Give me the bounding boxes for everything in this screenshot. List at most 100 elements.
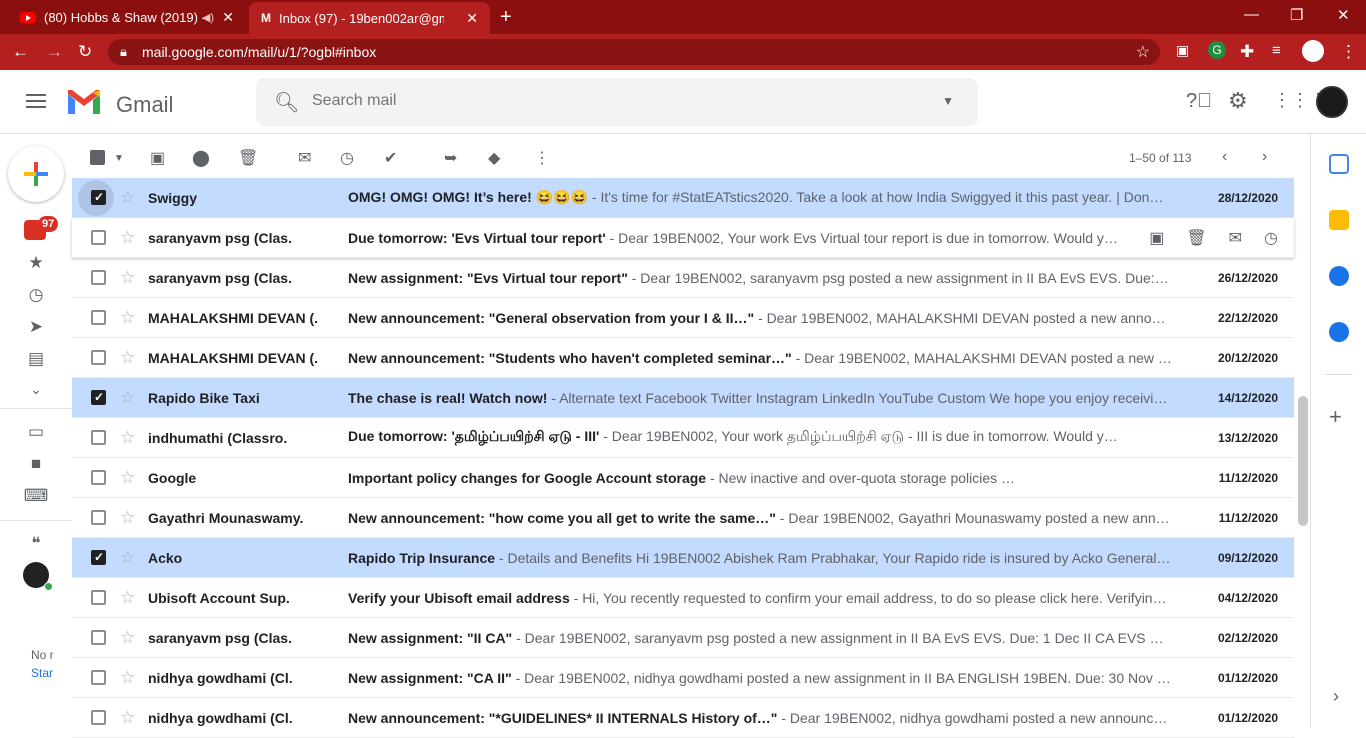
email-row[interactable]: ☆ saranyavm psg (Clas. New assignment: "… [72,618,1294,658]
row-mark-read-icon[interactable]: ✉ [1229,228,1242,248]
star-icon[interactable]: ☆ [120,388,135,408]
minimize-icon[interactable]: — [1244,6,1259,23]
settings-gear-icon[interactable]: ⚙ [1228,88,1248,114]
star-icon[interactable]: ☆ [120,548,135,568]
new-tab-icon[interactable]: + [500,6,512,29]
window-close-icon[interactable]: ✕ [1337,6,1350,24]
email-row[interactable]: ☆ Swiggy OMG! OMG! OMG! It’s here! 😆😆😆 -… [72,178,1294,218]
search-options-icon[interactable]: ▼ [942,94,954,108]
address-bar[interactable]: 🔒︎ mail.google.com/mail/u/1/?ogbl#inbox … [108,39,1160,65]
report-spam-icon[interactable]: ⬤ [192,148,210,168]
select-dropdown-icon[interactable]: ▼ [114,153,124,164]
newer-chevron-left-icon[interactable]: ‹ [1222,148,1227,166]
scrollbar[interactable] [1298,396,1308,526]
starred-icon[interactable]: ★ [22,253,50,273]
keep-icon[interactable] [1329,210,1349,230]
email-checkbox[interactable] [91,350,106,365]
meet-new-meeting-icon[interactable]: ▭ [22,422,50,442]
star-icon[interactable]: ☆ [120,188,135,208]
media-control-icon[interactable]: ≡ [1272,42,1281,59]
forward-icon[interactable]: → [46,42,63,62]
email-row[interactable]: ☆ MAHALAKSHMI DEVAN (. New announcement:… [72,338,1294,378]
lock-icon[interactable]: 🔒︎ [120,44,127,60]
close-tab-icon[interactable]: ✕ [466,10,478,27]
email-row[interactable]: ☆ Rapido Bike Taxi The chase is real! Wa… [72,378,1294,418]
get-addons-plus-icon[interactable]: + [1329,404,1342,430]
email-row[interactable]: ☆ Google Important policy changes for Go… [72,458,1294,498]
email-checkbox[interactable] [91,710,106,725]
star-icon[interactable]: ☆ [120,588,135,608]
email-checkbox[interactable] [91,310,106,325]
star-icon[interactable]: ☆ [120,348,135,368]
browser-tab-gmail[interactable]: M Inbox (97) - 19ben002ar@gmail.c ✕ [249,2,490,34]
email-row[interactable]: ☆ nidhya gowdhami (Cl. New assignment: "… [72,658,1294,698]
email-checkbox[interactable] [91,390,106,405]
star-icon[interactable]: ☆ [120,628,135,648]
snooze-icon[interactable]: ◷ [340,148,354,168]
close-tab-icon[interactable]: ✕ [222,9,234,26]
search-input[interactable] [312,92,912,110]
show-side-panel-chevron-icon[interactable]: › [1333,686,1339,707]
browser-tab-youtube[interactable]: (80) Hobbs & Shaw (2019) - ◀) ✕ [8,0,246,34]
compose-button[interactable] [8,146,64,202]
email-row[interactable]: ☆ Ubisoft Account Sup. Verify your Ubiso… [72,578,1294,618]
email-checkbox[interactable] [91,590,106,605]
delete-icon[interactable]: 🗑︎ [238,148,258,168]
email-checkbox[interactable] [91,670,106,685]
search-icon[interactable]: 🔍︎ [274,90,299,115]
email-row[interactable]: ☆ MAHALAKSHMI DEVAN (. New announcement:… [72,298,1294,338]
star-icon[interactable]: ☆ [120,428,135,448]
email-checkbox[interactable] [91,430,106,445]
grammarly-icon[interactable]: G [1208,41,1226,59]
email-checkbox[interactable] [91,630,106,645]
bookmark-star-icon[interactable]: ☆ [1136,42,1150,62]
email-checkbox[interactable] [91,510,106,525]
email-checkbox[interactable] [91,270,106,285]
row-archive-icon[interactable]: ▣ [1149,228,1164,248]
gmail-logo-icon[interactable] [66,88,102,116]
calendar-icon[interactable] [1329,154,1349,174]
mark-as-read-icon[interactable]: ✉ [298,148,311,168]
hangouts-icon[interactable]: ❝ [22,534,50,554]
speaker-icon[interactable]: ◀) [202,11,214,24]
contacts-icon[interactable] [1329,322,1349,342]
email-row[interactable]: ☆ Acko Rapido Trip Insurance - Details a… [72,538,1294,578]
help-icon[interactable]: ?⃝ [1186,90,1212,113]
main-menu-icon[interactable] [26,94,46,108]
snoozed-clock-icon[interactable]: ◷ [22,285,50,305]
row-delete-icon[interactable]: 🗑︎ [1186,228,1206,248]
email-row[interactable]: ☆ nidhya gowdhami (Cl. New announcement:… [72,698,1294,738]
search-bar[interactable]: 🔍︎ ▼ [256,78,978,126]
labels-icon[interactable]: ◆ [488,148,500,168]
start-chat-link[interactable]: Star [31,666,53,680]
star-icon[interactable]: ☆ [120,268,135,288]
move-to-icon[interactable]: ➥ [444,148,457,168]
email-row[interactable]: ☆ saranyavm psg (Clas. Due tomorrow: 'Ev… [72,218,1294,258]
chrome-menu-icon[interactable]: ⋮ [1340,42,1357,62]
maximize-icon[interactable]: ❐ [1290,6,1303,24]
row-snooze-icon[interactable]: ◷ [1264,228,1278,248]
email-row[interactable]: ☆ saranyavm psg (Clas. New assignment: "… [72,258,1294,298]
older-chevron-right-icon[interactable]: › [1262,148,1267,166]
star-icon[interactable]: ☆ [120,468,135,488]
email-checkbox[interactable] [91,190,106,205]
star-icon[interactable]: ☆ [120,708,135,728]
extensions-puzzle-icon[interactable]: ✚ [1240,42,1254,62]
email-checkbox[interactable] [91,550,106,565]
add-to-tasks-icon[interactable]: ✔ [384,148,397,168]
tasks-icon[interactable] [1329,266,1349,286]
reload-icon[interactable]: ↻ [78,42,92,62]
star-icon[interactable]: ☆ [120,508,135,528]
archive-icon[interactable]: ▣ [150,148,165,168]
meet-video-icon[interactable]: ■ [22,454,50,474]
profile-icon[interactable] [1302,40,1324,62]
more-actions-icon[interactable]: ⋮ [534,148,550,168]
email-row[interactable]: ☆ indhumathi (Classro. Due tomorrow: 'தம… [72,418,1294,458]
keyboard-icon[interactable]: ⌨ [22,486,50,506]
star-icon[interactable]: ☆ [120,228,135,248]
gmail-brand-text[interactable]: Gmail [116,92,173,118]
select-all-checkbox[interactable] [90,150,105,165]
star-icon[interactable]: ☆ [120,308,135,328]
email-row[interactable]: ☆ Gayathri Mounaswamy. New announcement:… [72,498,1294,538]
extension-icon[interactable]: ▣ [1176,42,1189,59]
